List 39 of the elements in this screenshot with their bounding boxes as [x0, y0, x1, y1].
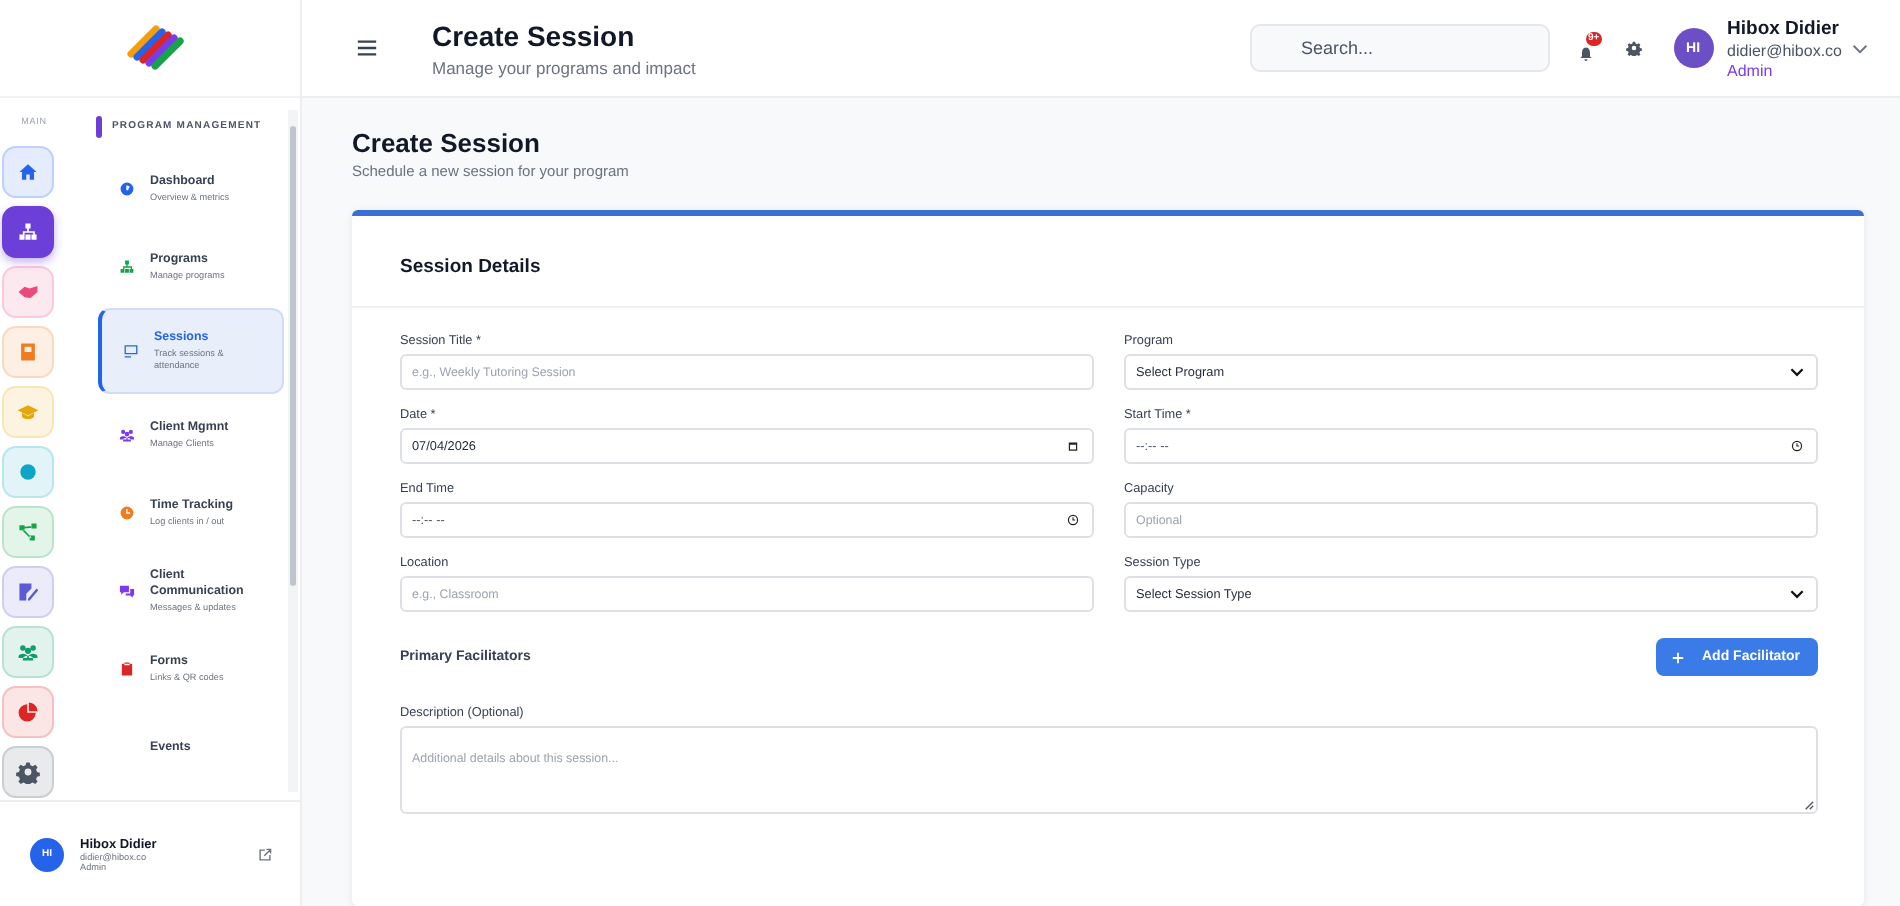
sitemap-icon — [118, 258, 136, 276]
clock-icon — [1790, 440, 1804, 452]
plus-icon — [1672, 651, 1684, 663]
card-title: Session Details — [352, 216, 1864, 308]
book-icon — [16, 340, 40, 364]
page-title: Create Session — [352, 128, 542, 158]
gear-icon — [16, 760, 40, 784]
external-link-icon[interactable] — [258, 847, 272, 861]
user-email: didier@hibox.co — [1727, 41, 1842, 59]
dot-icon — [16, 460, 40, 484]
clock-icon — [1066, 514, 1080, 526]
chevron-down-icon — [1790, 588, 1804, 600]
clock-icon — [118, 504, 136, 522]
calendar-icon — [1066, 440, 1080, 452]
page-header-subtitle: Manage your programs and impact — [432, 57, 698, 77]
cap-icon — [16, 400, 40, 424]
settings-icon[interactable] — [1625, 40, 1642, 56]
scrollbar[interactable] — [288, 110, 298, 792]
clipboard-icon — [118, 660, 136, 678]
users-icon — [118, 426, 136, 444]
user-role: Admin — [1727, 61, 1775, 79]
user-name: Hibox Didier — [1727, 17, 1841, 39]
gauge-icon — [118, 180, 136, 198]
rail-button[interactable] — [2, 206, 54, 258]
pie-icon — [16, 700, 40, 724]
search-field[interactable]: Search... — [1249, 24, 1550, 72]
resize-grip-icon[interactable] — [1804, 800, 1814, 810]
board-icon — [122, 342, 140, 360]
chevron-down-icon — [1790, 366, 1804, 378]
bell-icon[interactable] — [1577, 46, 1594, 62]
share-icon — [16, 520, 40, 544]
menu-icon[interactable] — [356, 38, 378, 58]
chevron-down-icon[interactable] — [1852, 43, 1868, 53]
users-icon — [16, 640, 40, 664]
chat-icon — [118, 582, 136, 600]
edit-icon — [16, 580, 40, 604]
home-icon — [16, 160, 40, 184]
sitemap-icon — [16, 220, 40, 244]
page-header-title: Create Session — [432, 19, 637, 51]
